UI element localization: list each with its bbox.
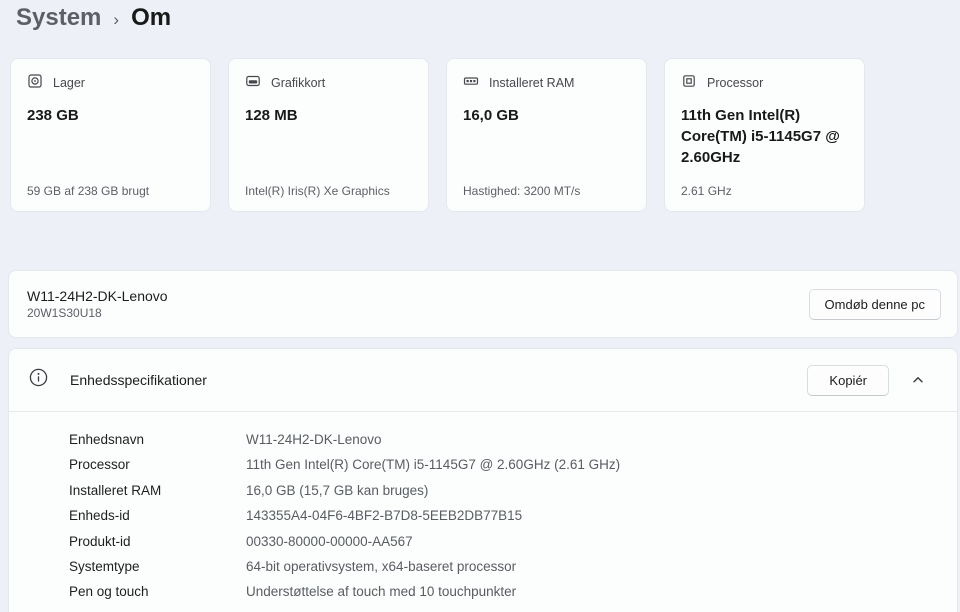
graphics-card-caption: Intel(R) Iris(R) Xe Graphics bbox=[245, 184, 412, 198]
device-specifications-card: Enhedsspecifikationer Kopiér Enhedsnavn … bbox=[8, 348, 958, 612]
storage-card-caption: 59 GB af 238 GB brugt bbox=[27, 184, 194, 198]
storage-card: Lager 238 GB 59 GB af 238 GB brugt bbox=[10, 58, 211, 212]
graphics-card: Grafikkort 128 MB Intel(R) Iris(R) Xe Gr… bbox=[228, 58, 429, 212]
spec-label: Installeret RAM bbox=[69, 478, 246, 503]
device-specifications-title: Enhedsspecifikationer bbox=[70, 372, 207, 388]
spec-value: 64-bit operativsystem, x64-baseret proce… bbox=[246, 554, 516, 579]
graphics-card-value: 128 MB bbox=[245, 105, 412, 126]
gpu-icon bbox=[245, 73, 261, 92]
spec-row-pen-touch: Pen og touch Understøttelse af touch med… bbox=[69, 579, 957, 604]
spec-label: Processor bbox=[69, 452, 246, 477]
ram-card-value: 16,0 GB bbox=[463, 105, 630, 126]
spec-row-system-type: Systemtype 64-bit operativsystem, x64-ba… bbox=[69, 554, 957, 579]
ram-card: Installeret RAM 16,0 GB Hastighed: 3200 … bbox=[446, 58, 647, 212]
spec-row-device-id: Enheds-id 143355A4-04F6-4BF2-B7D8-5EEB2D… bbox=[69, 503, 957, 528]
spec-label: Enheds-id bbox=[69, 503, 246, 528]
breadcrumb: System › Om bbox=[16, 4, 171, 32]
storage-card-label: Lager bbox=[53, 76, 85, 90]
chevron-right-icon: › bbox=[113, 7, 119, 30]
breadcrumb-system[interactable]: System bbox=[16, 4, 101, 32]
storage-card-value: 238 GB bbox=[27, 105, 194, 126]
copy-button[interactable]: Kopiér bbox=[807, 365, 889, 396]
storage-icon bbox=[27, 73, 43, 92]
info-icon bbox=[29, 368, 48, 392]
spec-row-processor: Processor 11th Gen Intel(R) Core(TM) i5-… bbox=[69, 452, 957, 477]
spec-label: Systemtype bbox=[69, 554, 246, 579]
rename-pc-button[interactable]: Omdøb denne pc bbox=[809, 289, 941, 320]
spec-value: 11th Gen Intel(R) Core(TM) i5-1145G7 @ 2… bbox=[246, 452, 620, 477]
spec-value: 143355A4-04F6-4BF2-B7D8-5EEB2DB77B15 bbox=[246, 503, 522, 528]
device-name-card: W11-24H2-DK-Lenovo 20W1S30U18 Omdøb denn… bbox=[8, 270, 958, 338]
device-specifications-list: Enhedsnavn W11-24H2-DK-Lenovo Processor … bbox=[9, 412, 957, 605]
spec-value: 16,0 GB (15,7 GB kan bruges) bbox=[246, 478, 428, 503]
spec-label: Pen og touch bbox=[69, 579, 246, 604]
device-name: W11-24H2-DK-Lenovo bbox=[27, 288, 168, 304]
spec-value: Understøttelse af touch med 10 touchpunk… bbox=[246, 579, 516, 604]
spec-label: Enhedsnavn bbox=[69, 427, 246, 452]
processor-card-caption: 2.61 GHz bbox=[681, 184, 848, 198]
cpu-icon bbox=[681, 73, 697, 92]
ram-card-label: Installeret RAM bbox=[489, 76, 574, 90]
spec-row-device-name: Enhedsnavn W11-24H2-DK-Lenovo bbox=[69, 427, 957, 452]
device-specifications-header[interactable]: Enhedsspecifikationer Kopiér bbox=[9, 349, 957, 411]
processor-card: Processor 11th Gen Intel(R) Core(TM) i5-… bbox=[664, 58, 865, 212]
system-about-page: System › Om Lager 238 GB 59 GB af 238 GB… bbox=[0, 0, 960, 612]
ram-card-caption: Hastighed: 3200 MT/s bbox=[463, 184, 630, 198]
device-model: 20W1S30U18 bbox=[27, 306, 168, 320]
spec-value: W11-24H2-DK-Lenovo bbox=[246, 427, 382, 452]
summary-cards: Lager 238 GB 59 GB af 238 GB brugt Grafi… bbox=[10, 58, 865, 212]
ram-icon bbox=[463, 73, 479, 92]
graphics-card-label: Grafikkort bbox=[271, 76, 325, 90]
spec-row-product-id: Produkt-id 00330-80000-00000-AA567 bbox=[69, 529, 957, 554]
spec-value: 00330-80000-00000-AA567 bbox=[246, 529, 413, 554]
chevron-up-icon[interactable] bbox=[905, 367, 931, 393]
processor-card-value: 11th Gen Intel(R) Core(TM) i5-1145G7 @ 2… bbox=[681, 105, 848, 168]
page-title: Om bbox=[131, 4, 171, 32]
processor-card-label: Processor bbox=[707, 76, 763, 90]
spec-row-installed-ram: Installeret RAM 16,0 GB (15,7 GB kan bru… bbox=[69, 478, 957, 503]
spec-label: Produkt-id bbox=[69, 529, 246, 554]
